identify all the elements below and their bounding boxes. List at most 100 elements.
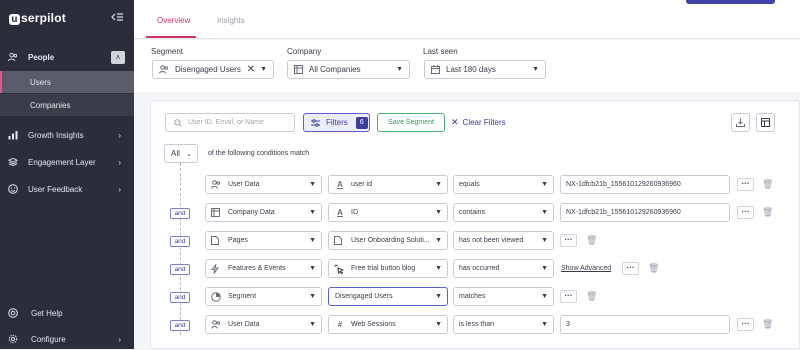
more-options-button[interactable]: ··· [560, 234, 577, 247]
condition-operator-select[interactable]: matches ▼ [453, 287, 554, 306]
chevron-down-icon: ▼ [539, 181, 548, 188]
header-action-button[interactable] [686, 0, 775, 4]
more-options-button[interactable]: ··· [737, 178, 754, 191]
users-panel: User ID, Email, or Name Filters 6 Save S… [150, 100, 800, 349]
trash-icon[interactable]: 🗑 [586, 291, 597, 302]
chevron-down-icon: ▼ [433, 265, 442, 272]
match-mode-select[interactable]: All ⌄ [164, 144, 198, 163]
condition-source-select[interactable]: Company Data ▼ [205, 203, 322, 222]
last-seen-select[interactable]: Last 180 days ▼ [424, 60, 546, 79]
more-options-button[interactable]: ··· [737, 206, 754, 219]
collapse-sidebar-icon[interactable] [110, 11, 124, 23]
condition-operator-select[interactable]: is less than ▼ [453, 315, 554, 334]
show-advanced-link[interactable]: Show Advanced [561, 265, 611, 272]
sidebar-item-user-feedback[interactable]: User Feedback › [0, 178, 134, 200]
user-feedback-icon [8, 184, 18, 194]
filters-label: Filters [326, 118, 348, 127]
last-seen-value: Last 180 days [446, 65, 496, 74]
chevron-down-icon: ▼ [307, 209, 316, 216]
condition-operator-select[interactable]: equals ▼ [453, 175, 554, 194]
condition-field-select[interactable]: User Onboarding Soluti... ▼ [328, 231, 448, 250]
download-button[interactable] [731, 113, 750, 132]
sidebar-item-people[interactable]: People ˄ [0, 46, 134, 68]
condition-field-select[interactable]: Disengaged Users ▼ [328, 287, 448, 306]
company-value: All Companies [309, 65, 361, 74]
condition-value-text: 3 [566, 321, 570, 328]
logo-mark: u [9, 14, 20, 25]
condition-value-input[interactable]: 3 [560, 315, 730, 334]
people-icon [211, 320, 223, 329]
save-segment-button[interactable]: Save Segment [377, 113, 445, 132]
sidebar-item-growth-insights[interactable]: Growth Insights › [0, 124, 134, 146]
filters-button[interactable]: Filters 6 [303, 113, 370, 132]
chevron-down-icon: ▼ [539, 237, 548, 244]
sidebar-item-engagement-layer[interactable]: Engagement Layer › [0, 151, 134, 173]
and-connector[interactable]: and [170, 320, 190, 331]
condition-value-text: NX-1dfcb21b_155610129260936960 [566, 181, 681, 188]
trash-icon[interactable]: 🗑 [762, 319, 773, 330]
sidebar-subitem-companies[interactable]: Companies [0, 94, 134, 116]
trash-icon[interactable]: 🗑 [762, 207, 773, 218]
sidebar-item-configure[interactable]: Configure › [0, 328, 134, 350]
chevron-up-icon[interactable]: ˄ [111, 50, 125, 64]
segment-label: Segment [151, 47, 184, 56]
condition-source-select[interactable]: Features & Events ▼ [205, 259, 322, 278]
and-connector[interactable]: and [170, 264, 190, 275]
trash-icon[interactable]: 🗑 [586, 235, 597, 246]
trash-icon[interactable]: 🗑 [648, 263, 659, 274]
condition-source-select[interactable]: Pages ▼ [205, 231, 322, 250]
people-icon [159, 65, 169, 74]
chevron-down-icon: ▼ [539, 209, 548, 216]
chevron-down-icon: ▼ [307, 293, 316, 300]
condition-operator-select[interactable]: has occurred ▼ [453, 259, 554, 278]
logo-text: serpilot [21, 11, 66, 25]
condition-field-select[interactable]: Free trial button blog ▼ [328, 259, 448, 278]
condition-value-input[interactable]: NX-1dfcb21b_155610129260936960 [560, 203, 730, 222]
tab-overview[interactable]: Overview [157, 16, 190, 25]
company-select[interactable]: All Companies ▼ [287, 60, 410, 79]
sidebar-item-label: People [28, 52, 55, 62]
match-description: of the following conditions match [208, 150, 310, 157]
more-options-button[interactable]: ··· [622, 262, 639, 275]
and-connector[interactable]: and [170, 292, 190, 303]
clear-filters-label: Clear Filters [462, 118, 506, 127]
more-options-button[interactable]: ··· [560, 290, 577, 303]
condition-operator-select[interactable]: has not been viewed ▼ [453, 231, 554, 250]
tab-insights[interactable]: Insights [217, 16, 245, 25]
sidebar-item-get-help[interactable]: Get Help [0, 302, 134, 324]
growth-insights-icon [8, 130, 18, 140]
sidebar: u serpilot People ˄ Users Companies Growt… [0, 0, 134, 349]
search-input[interactable]: User ID, Email, or Name [165, 113, 295, 132]
condition-source-select[interactable]: User Data ▼ [205, 315, 322, 334]
condition-source-select[interactable]: Segment ▼ [205, 287, 322, 306]
chevron-down-icon: ▼ [433, 321, 442, 328]
condition-field-value: Disengaged Users [335, 293, 393, 300]
condition-value-input[interactable]: NX-1dfcb21b_155610129260936960 [560, 175, 730, 194]
segment-select[interactable]: Disengaged Users ✕ ▼ [152, 60, 274, 79]
condition-field-select[interactable]: A ID ▼ [328, 203, 448, 222]
and-connector[interactable]: and [170, 208, 190, 219]
clear-icon[interactable]: ✕ [247, 64, 255, 75]
condition-value-text: NX-1dfcb21b_155610129260936960 [566, 209, 681, 216]
more-options-button[interactable]: ··· [737, 318, 754, 331]
chevron-down-icon: ▼ [433, 181, 442, 188]
condition-source-value: Pages [228, 237, 248, 244]
chevron-right-icon: › [118, 184, 121, 194]
condition-operator-select[interactable]: contains ▼ [453, 203, 554, 222]
sidebar-subitem-label: Companies [30, 100, 71, 110]
sidebar-subitem-users[interactable]: Users [0, 71, 134, 93]
chevron-down-icon: ▼ [539, 293, 548, 300]
condition-source-select[interactable]: User Data ▼ [205, 175, 322, 194]
sidebar-item-label: User Feedback [28, 184, 83, 194]
clear-filters-button[interactable]: ✕ Clear Filters [451, 113, 506, 132]
chevron-down-icon: ▼ [260, 66, 267, 73]
columns-button[interactable] [756, 113, 775, 132]
and-connector[interactable]: and [170, 236, 190, 247]
filters-count-badge: 6 [355, 116, 368, 129]
condition-operator-value: has not been viewed [459, 237, 524, 244]
condition-field-select[interactable]: A user id ▼ [328, 175, 448, 194]
condition-field-select[interactable]: # Web Sessions ▼ [328, 315, 448, 334]
trash-icon[interactable]: 🗑 [762, 179, 773, 190]
app-logo[interactable]: u serpilot [9, 11, 66, 25]
main-content: Overview Insights Segment Disengaged Use… [134, 0, 800, 349]
